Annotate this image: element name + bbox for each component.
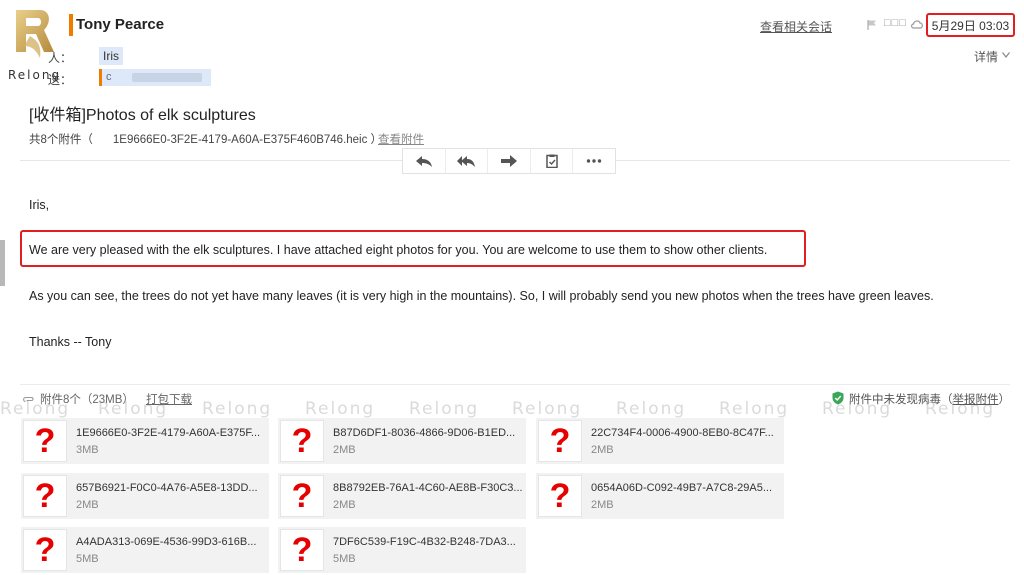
missing-image-icon: ?: [538, 475, 582, 517]
to-label: 人：: [48, 51, 73, 65]
view-attachments-link[interactable]: 查看附件: [378, 131, 424, 147]
attachment-name: 0654A06D-C092-49B7-A7C8-29A5...: [591, 482, 773, 494]
missing-image-icon: ?: [280, 529, 324, 571]
attachment-name: 1E9666E0-3F2E-4179-A60A-E375F...: [76, 427, 261, 439]
attachment-size: 3MB: [76, 444, 99, 456]
reply-button[interactable]: [403, 149, 446, 173]
clipboard-button[interactable]: [531, 149, 574, 173]
attachment-size: 2MB: [333, 444, 356, 456]
sent-date: 5月29日 03:03: [926, 13, 1015, 37]
related-conversations-link[interactable]: 查看相关会话: [760, 18, 832, 35]
attachment-tile[interactable]: ? A4ADA313-069E-4536-99D3-616B... 5MB: [21, 527, 269, 573]
attachment-size: 2MB: [591, 444, 614, 456]
forward-button[interactable]: [488, 149, 531, 173]
flag-icon[interactable]: [866, 19, 878, 31]
attachment-summary-prefix: 共8个附件（: [29, 134, 93, 146]
attachment-summary-file: 1E9666E0-3F2E-4179-A60A-E375F460B746.hei…: [112, 134, 383, 146]
attachment-tile[interactable]: ? 7DF6C539-F19C-4B32-B248-7DA3... 5MB: [278, 527, 526, 573]
watermark-text: Relong: [305, 399, 376, 419]
details-link[interactable]: 详情: [974, 48, 998, 65]
attachment-tile[interactable]: ? 0654A06D-C092-49B7-A7C8-29A5... 2MB: [536, 473, 784, 519]
cloud-icon[interactable]: [910, 18, 924, 30]
recipient-chip[interactable]: Iris: [99, 47, 123, 65]
more-button[interactable]: [573, 149, 615, 173]
missing-image-icon: ?: [280, 420, 324, 462]
reply-all-icon: [457, 156, 476, 167]
attachment-name: 22C734F4-0006-4900-8EB0-8C47F...: [591, 427, 774, 439]
message-toolbar: [402, 148, 616, 174]
attachment-tile[interactable]: ? 1E9666E0-3F2E-4179-A60A-E375F... 3MB: [21, 418, 269, 464]
more-icon: [586, 159, 602, 163]
attachment-size: 2MB: [591, 499, 614, 511]
cc-label: 送：: [48, 73, 73, 87]
missing-image-icon: ?: [23, 420, 67, 462]
status-dots: □□□: [884, 17, 907, 29]
clipboard-icon: [545, 154, 558, 168]
attachment-tile[interactable]: ? B87D6DF1-8036-4866-9D06-B1ED... 2MB: [278, 418, 526, 464]
attachment-name: 8B8792EB-76A1-4C60-AE8B-F30C3...: [333, 482, 523, 494]
missing-image-icon: ?: [23, 475, 67, 517]
cc-recipient-text: c: [106, 71, 112, 83]
watermark-text: Relong: [616, 399, 687, 419]
attachment-name: 657B6921-F0C0-4A76-A5E8-13DD...: [76, 482, 258, 494]
email-signoff: Thanks -- Tony: [29, 335, 112, 349]
reply-icon: [415, 156, 432, 167]
attachment-name: 7DF6C539-F19C-4B32-B248-7DA3...: [333, 536, 516, 548]
sender-accent-bar: [69, 14, 73, 36]
attachment-size: 5MB: [76, 553, 99, 565]
watermark-text: Relong: [925, 399, 996, 419]
reply-all-button[interactable]: [446, 149, 489, 173]
attachment-summary: 共8个附件（ 1E9666E0-3F2E-4179-A60A-E375F460B7…: [29, 131, 382, 147]
chevron-down-icon[interactable]: [1002, 52, 1010, 58]
attachment-name: A4ADA313-069E-4536-99D3-616B...: [76, 536, 257, 548]
watermark-text: Relong: [98, 399, 169, 419]
missing-image-icon: ?: [280, 475, 324, 517]
forward-icon: [500, 155, 517, 167]
attachment-tile[interactable]: ? 22C734F4-0006-4900-8EB0-8C47F... 2MB: [536, 418, 784, 464]
watermark-text: Relong: [512, 399, 583, 419]
email-greeting: Iris,: [29, 198, 50, 212]
watermark-text: Relong: [202, 399, 273, 419]
side-collapse-tab[interactable]: [0, 240, 5, 286]
missing-image-icon: ?: [23, 529, 67, 571]
email-paragraph-2: As you can see, the trees do not yet hav…: [29, 289, 934, 303]
watermark-text: Relong: [409, 399, 480, 419]
cc-blurred-address: [132, 73, 202, 82]
sender-name[interactable]: Tony Pearce: [76, 16, 164, 33]
attachment-size: 5MB: [333, 553, 356, 565]
watermark-text: Relong: [822, 399, 893, 419]
watermark-text: Relong: [0, 399, 71, 419]
attachment-name: B87D6DF1-8036-4866-9D06-B1ED...: [333, 427, 516, 439]
attachment-tile[interactable]: ? 8B8792EB-76A1-4C60-AE8B-F30C3... 2MB: [278, 473, 526, 519]
email-subject: [收件箱]Photos of elk sculptures: [29, 107, 256, 124]
cc-recipient-chip[interactable]: c: [99, 69, 211, 86]
attachment-size: 2MB: [76, 499, 99, 511]
email-paragraph-1: We are very pleased with the elk sculptu…: [29, 243, 768, 257]
missing-image-icon: ?: [538, 420, 582, 462]
watermark-text: Relong: [719, 399, 790, 419]
attachment-size: 2MB: [333, 499, 356, 511]
attachment-tile[interactable]: ? 657B6921-F0C0-4A76-A5E8-13DD... 2MB: [21, 473, 269, 519]
